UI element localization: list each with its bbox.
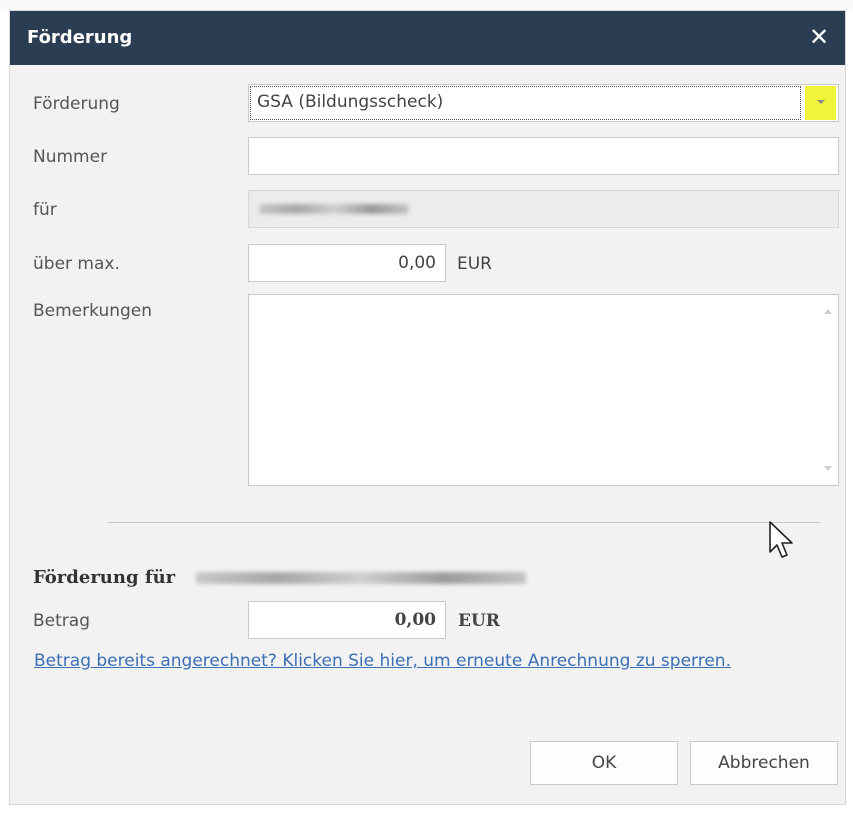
dialog-titlebar: Förderung ✕ <box>10 11 845 65</box>
ueber-max-input[interactable]: 0,00 <box>248 244 446 282</box>
section-heading-redacted-name <box>196 572 526 584</box>
ueber-max-value: 0,00 <box>398 253 436 273</box>
scroll-up-icon[interactable] <box>824 309 832 314</box>
background-window-strip <box>0 0 853 10</box>
betrag-unit: EUR <box>458 611 500 631</box>
betrag-value: 0,00 <box>394 610 436 630</box>
betrag-input[interactable]: 0,00 <box>248 601 446 639</box>
bemerkungen-textarea[interactable] <box>248 294 839 486</box>
section-heading: Förderung für <box>33 567 176 588</box>
ok-button[interactable]: OK <box>530 741 678 785</box>
foerderung-select[interactable]: GSA (Bildungsscheck) <box>248 84 839 122</box>
foerderung-dropdown-button[interactable] <box>805 86 836 120</box>
mouse-pointer-icon <box>769 521 793 558</box>
lock-credit-link[interactable]: Betrag bereits angerechnet? Klicken Sie … <box>34 651 731 671</box>
scroll-down-icon[interactable] <box>824 466 832 471</box>
nummer-input[interactable] <box>248 137 839 175</box>
foerderung-selected-value: GSA (Bildungsscheck) <box>250 86 801 120</box>
fuer-label: für <box>33 200 57 220</box>
cancel-button[interactable]: Abbrechen <box>690 741 838 785</box>
chevron-down-icon <box>817 100 825 104</box>
ueber-max-label: über max. <box>33 254 120 274</box>
fuer-redacted-value <box>259 204 409 214</box>
foerderung-dialog: Förderung ✕ Förderung GSA (Bildungsschec… <box>9 10 846 805</box>
nummer-label: Nummer <box>33 147 108 167</box>
divider <box>108 522 820 523</box>
close-icon[interactable]: ✕ <box>807 23 831 51</box>
betrag-label: Betrag <box>33 611 90 631</box>
bemerkungen-scrollbar[interactable] <box>818 295 838 485</box>
ueber-max-unit: EUR <box>457 254 492 274</box>
fuer-field <box>248 190 839 228</box>
foerderung-label: Förderung <box>33 94 120 114</box>
dialog-title: Förderung <box>27 27 133 48</box>
bemerkungen-label: Bemerkungen <box>33 301 153 321</box>
